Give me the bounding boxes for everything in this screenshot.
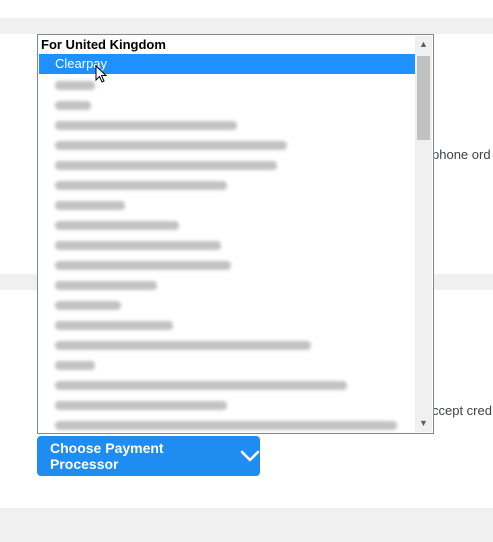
scroll-down-arrow-icon[interactable]: ▼ bbox=[415, 415, 432, 432]
list-item[interactable] bbox=[39, 375, 415, 395]
scroll-thumb[interactable] bbox=[417, 56, 430, 140]
list-item[interactable] bbox=[39, 295, 415, 315]
list-item[interactable] bbox=[39, 215, 415, 235]
background-description-text: ccept cred bbox=[432, 403, 492, 418]
list-item[interactable] bbox=[39, 355, 415, 375]
list-item[interactable] bbox=[39, 415, 415, 433]
list-item[interactable] bbox=[39, 315, 415, 335]
background-description-text: phone ord bbox=[432, 147, 491, 162]
top-bar bbox=[0, 0, 493, 18]
mouse-pointer-icon bbox=[95, 64, 108, 88]
chevron-down-icon bbox=[240, 450, 260, 462]
list-item[interactable] bbox=[39, 95, 415, 115]
scroll-up-arrow-icon[interactable]: ▲ bbox=[415, 36, 432, 53]
list-item[interactable] bbox=[39, 395, 415, 415]
payment-processor-listbox[interactable]: For United Kingdom Clearpay ▲ ▼ bbox=[37, 34, 434, 434]
list-item[interactable] bbox=[39, 335, 415, 355]
list-item[interactable] bbox=[39, 155, 415, 175]
list-item[interactable] bbox=[39, 135, 415, 155]
choose-payment-processor-button[interactable]: Choose Payment Processor bbox=[37, 436, 260, 476]
list-item[interactable] bbox=[39, 275, 415, 295]
optgroup-label: For United Kingdom bbox=[41, 37, 166, 52]
list-item[interactable] bbox=[39, 235, 415, 255]
listbox-scrollbar[interactable]: ▲ ▼ bbox=[415, 36, 432, 432]
button-label: Choose Payment Processor bbox=[50, 440, 164, 472]
list-item[interactable] bbox=[39, 115, 415, 135]
list-item[interactable] bbox=[39, 255, 415, 275]
list-item[interactable] bbox=[39, 175, 415, 195]
list-item[interactable] bbox=[39, 195, 415, 215]
